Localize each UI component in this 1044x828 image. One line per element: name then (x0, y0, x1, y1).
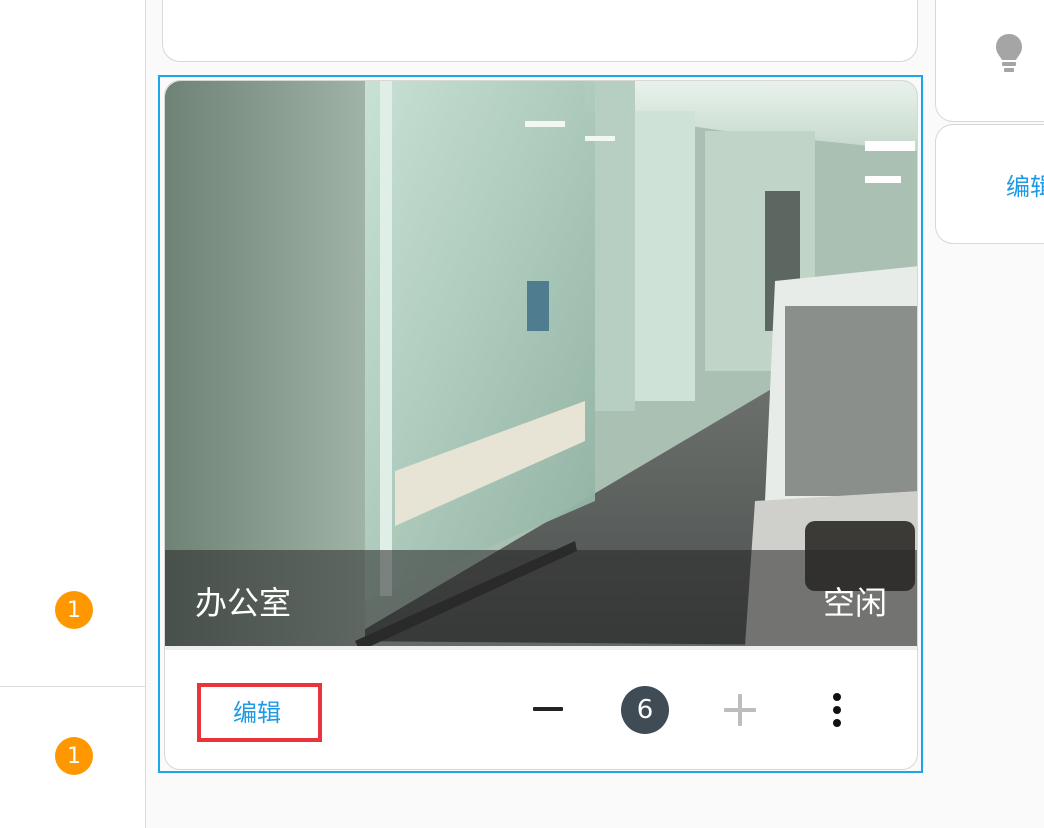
count-badge: 1 (55, 591, 93, 629)
edit-link[interactable]: 编辑 (1006, 167, 1044, 202)
left-sidebar: 1 1 (0, 0, 146, 828)
count-badge: 1 (55, 737, 93, 775)
sidebar-divider (0, 686, 146, 687)
selection-outline (158, 75, 923, 773)
device-card-right[interactable] (935, 0, 1044, 122)
device-card-right-2: 编辑 (935, 124, 1044, 244)
lightbulb-icon (996, 34, 1022, 72)
device-card-top: 编辑 1 (162, 0, 918, 62)
card-action-row: 编辑 1 (163, 0, 917, 5)
